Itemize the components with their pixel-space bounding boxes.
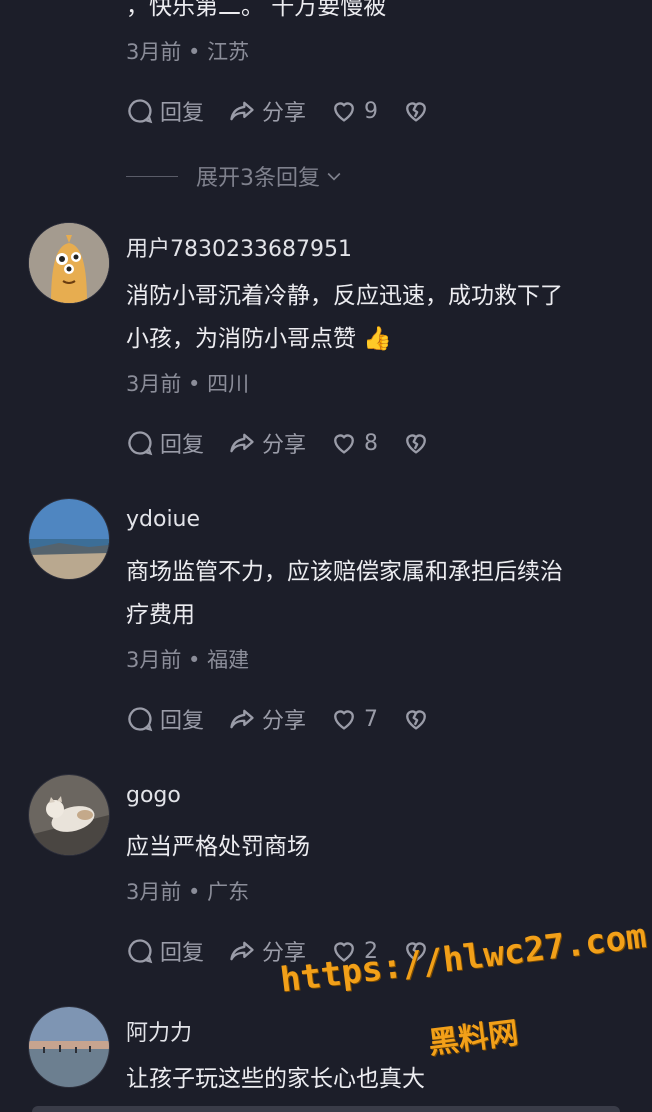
thumbs-up-emoji: 👍 — [363, 326, 392, 352]
heart-icon — [334, 942, 354, 962]
username[interactable]: 阿力力 — [126, 1015, 192, 1047]
like-button[interactable]: 9 — [330, 97, 378, 125]
like-count: 7 — [364, 706, 379, 732]
broken-heart-icon — [406, 102, 426, 122]
comment-meta: 3月前 • 福建 — [126, 648, 250, 672]
dislike-button[interactable] — [402, 937, 430, 965]
avatar[interactable] — [28, 498, 110, 580]
cat-avatar-icon — [29, 775, 109, 855]
comment-actions: 回复 分享 2 — [126, 933, 430, 969]
broken-heart-icon — [406, 942, 426, 962]
input-bar-edge — [32, 1106, 620, 1112]
reply-button[interactable]: 回复 — [126, 95, 204, 127]
divider-line — [126, 175, 178, 177]
dislike-button[interactable] — [402, 705, 430, 733]
reply-icon — [128, 707, 153, 732]
comment-text: 应当严格处罚商场 — [126, 834, 310, 860]
username[interactable]: ydoiue — [126, 507, 200, 532]
reply-label: 回复 — [160, 433, 205, 458]
reply-button[interactable]: 回复 — [126, 935, 204, 967]
broken-heart-icon — [406, 710, 426, 730]
comment-text: 商场监管不力，应该赔偿家属和承担后续治 — [126, 559, 563, 585]
share-icon — [230, 101, 254, 121]
share-button[interactable]: 分享 — [228, 703, 306, 735]
share-button[interactable]: 分享 — [228, 427, 306, 459]
like-count: 2 — [364, 938, 379, 964]
avatar[interactable] — [28, 1006, 110, 1088]
broken-heart-icon — [406, 434, 426, 454]
comment-text-line2: 疗费用 — [126, 602, 195, 628]
like-button[interactable]: 2 — [330, 937, 378, 965]
comment-text: 让孩子玩这些的家长心也真大 — [126, 1066, 425, 1092]
dislike-button[interactable] — [402, 97, 430, 125]
share-icon — [230, 941, 254, 961]
share-icon — [230, 709, 254, 729]
like-button[interactable]: 7 — [330, 705, 378, 733]
expand-replies-label: 展开3条回复 — [196, 166, 320, 191]
username[interactable]: gogo — [126, 783, 181, 808]
heart-icon — [334, 102, 354, 122]
comment-text: 消防小哥沉着冷静，反应迅速，成功救下了 — [126, 283, 563, 309]
share-label: 分享 — [262, 709, 307, 734]
comment-actions: 回复 分享 9 — [126, 93, 430, 129]
heart-icon — [334, 710, 354, 730]
reply-label: 回复 — [160, 709, 205, 734]
comment-text-partial: ，快乐第二。 千万要慢被 — [126, 0, 387, 20]
seaside-avatar-icon — [29, 499, 109, 579]
share-label: 分享 — [262, 941, 307, 966]
share-label: 分享 — [262, 433, 307, 458]
reply-icon — [128, 939, 153, 964]
share-icon — [230, 433, 254, 453]
heart-icon — [334, 434, 354, 454]
avatar[interactable] — [28, 222, 110, 304]
cartoon-avatar-icon — [29, 223, 109, 303]
reply-label: 回复 — [160, 941, 205, 966]
username[interactable]: 用户7830233687951 — [126, 231, 352, 263]
reply-icon — [128, 431, 153, 456]
share-button[interactable]: 分享 — [228, 95, 306, 127]
reply-button[interactable]: 回复 — [126, 427, 204, 459]
comment-actions: 回复 分享 7 — [126, 701, 430, 737]
like-count: 8 — [364, 430, 379, 456]
expand-replies-button[interactable]: 展开3条回复 — [126, 160, 344, 192]
like-button[interactable]: 8 — [330, 429, 378, 457]
comment-actions: 回复 分享 8 — [126, 425, 430, 461]
avatar[interactable] — [28, 774, 110, 856]
comment-text-content: 小孩，为消防小哥点赞 — [126, 326, 356, 352]
share-label: 分享 — [262, 101, 307, 126]
share-button[interactable]: 分享 — [228, 935, 306, 967]
beach-avatar-icon — [29, 1007, 109, 1087]
reply-button[interactable]: 回复 — [126, 703, 204, 735]
comment-meta: 3月前 • 广东 — [126, 880, 250, 904]
comment-meta: 3月前 • 江苏 — [126, 40, 250, 64]
reply-label: 回复 — [160, 101, 205, 126]
like-count: 9 — [364, 98, 379, 124]
chevron-down-icon — [327, 172, 341, 181]
reply-icon — [128, 99, 153, 124]
comment-meta: 3月前 • 四川 — [126, 372, 250, 396]
comment-text-line2: 小孩，为消防小哥点赞 👍 — [126, 318, 392, 361]
dislike-button[interactable] — [402, 429, 430, 457]
comments-panel: ，快乐第二。 千万要慢被 3月前 • 江苏 回复 分享 9 展开3条回复 用户7… — [0, 0, 652, 1112]
